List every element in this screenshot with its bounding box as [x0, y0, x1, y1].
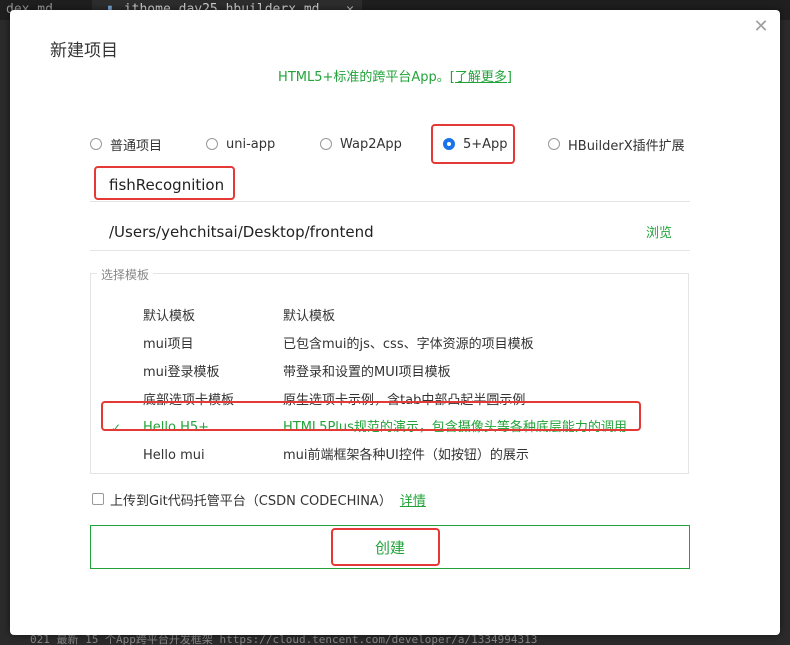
dialog-subtitle: HTML5+标准的跨平台App。[了解更多]	[10, 66, 780, 85]
radio-wap2app[interactable]	[320, 138, 332, 150]
type-label-normal: 普通项目	[110, 138, 163, 154]
path-divider	[90, 250, 690, 251]
template-name: 底部选项卡模板	[143, 393, 235, 408]
project-name-input[interactable]	[90, 168, 690, 202]
template-row-hello-h5plus[interactable]: ✓ Hello H5+ HTML5Plus规范的演示，包含摄像头等各种底层能力的…	[91, 416, 688, 440]
new-project-dialog: 新建项目 ✕ HTML5+标准的跨平台App。[了解更多] 普通项目 uni-a…	[10, 10, 780, 635]
project-path-input[interactable]	[90, 215, 640, 249]
template-row-mui[interactable]: mui项目 已包含mui的js、css、字体资源的项目模板	[91, 333, 688, 357]
check-icon: ✓	[111, 421, 122, 435]
template-row-default[interactable]: 默认模板 默认模板	[91, 305, 688, 329]
radio-uni-app[interactable]	[206, 138, 218, 150]
template-desc: HTML5Plus规范的演示，包含摄像头等各种底层能力的调用	[283, 420, 627, 435]
template-name: Hello H5+	[143, 420, 210, 435]
template-row-mui-login[interactable]: mui登录模板 带登录和设置的MUI项目模板	[91, 361, 688, 385]
subtitle-text: HTML5+标准的跨平台App。	[278, 70, 450, 85]
type-label-uni-app: uni-app	[226, 136, 276, 152]
close-icon[interactable]: ✕	[752, 18, 770, 36]
dialog-title: 新建项目	[50, 41, 118, 61]
type-option-uni-app[interactable]: uni-app	[206, 134, 275, 154]
template-name: mui项目	[143, 337, 194, 352]
template-desc: 默认模板	[283, 309, 336, 324]
template-name: mui登录模板	[143, 365, 220, 380]
git-upload-label: 上传到Git代码托管平台（CSDN CODECHINA）	[110, 493, 392, 509]
radio-plugin[interactable]	[548, 138, 560, 150]
git-upload-option[interactable]: 上传到Git代码托管平台（CSDN CODECHINA） 详情	[92, 489, 426, 509]
template-desc: mui前端框架各种UI控件（如按钮）的展示	[283, 448, 529, 463]
git-details-link[interactable]: 详情	[400, 490, 426, 509]
create-button[interactable]: 创建	[90, 525, 690, 569]
template-name: 默认模板	[143, 309, 196, 324]
type-option-wap2app[interactable]: Wap2App	[320, 134, 402, 154]
template-row-hello-mui[interactable]: Hello mui mui前端框架各种UI控件（如按钮）的展示	[91, 444, 688, 468]
type-option-plugin[interactable]: HBuilderX插件扩展	[548, 134, 685, 154]
type-label-5plus-app: 5+App	[463, 136, 508, 152]
browse-button[interactable]: 浏览	[646, 222, 672, 241]
type-label-plugin: HBuilderX插件扩展	[568, 138, 685, 154]
type-option-5plus-app[interactable]: 5+App	[443, 134, 508, 154]
template-desc: 已包含mui的js、css、字体资源的项目模板	[283, 337, 534, 352]
type-label-wap2app: Wap2App	[340, 136, 402, 152]
git-upload-checkbox[interactable]	[92, 493, 104, 505]
template-row-bottom-tab[interactable]: 底部选项卡模板 原生选项卡示例，含tab中部凸起半圆示例	[91, 389, 688, 413]
radio-normal[interactable]	[90, 138, 102, 150]
template-name: Hello mui	[143, 448, 205, 463]
template-desc: 带登录和设置的MUI项目模板	[283, 365, 451, 380]
template-group: 选择模板 默认模板 默认模板 mui项目 已包含mui的js、css、字体资源的…	[90, 266, 689, 474]
type-option-normal[interactable]: 普通项目	[90, 134, 162, 154]
template-legend: 选择模板	[97, 266, 154, 283]
template-desc: 原生选项卡示例，含tab中部凸起半圆示例	[283, 393, 526, 408]
learn-more-link[interactable]: [了解更多]	[450, 70, 512, 85]
radio-5plus-app[interactable]	[443, 138, 455, 150]
